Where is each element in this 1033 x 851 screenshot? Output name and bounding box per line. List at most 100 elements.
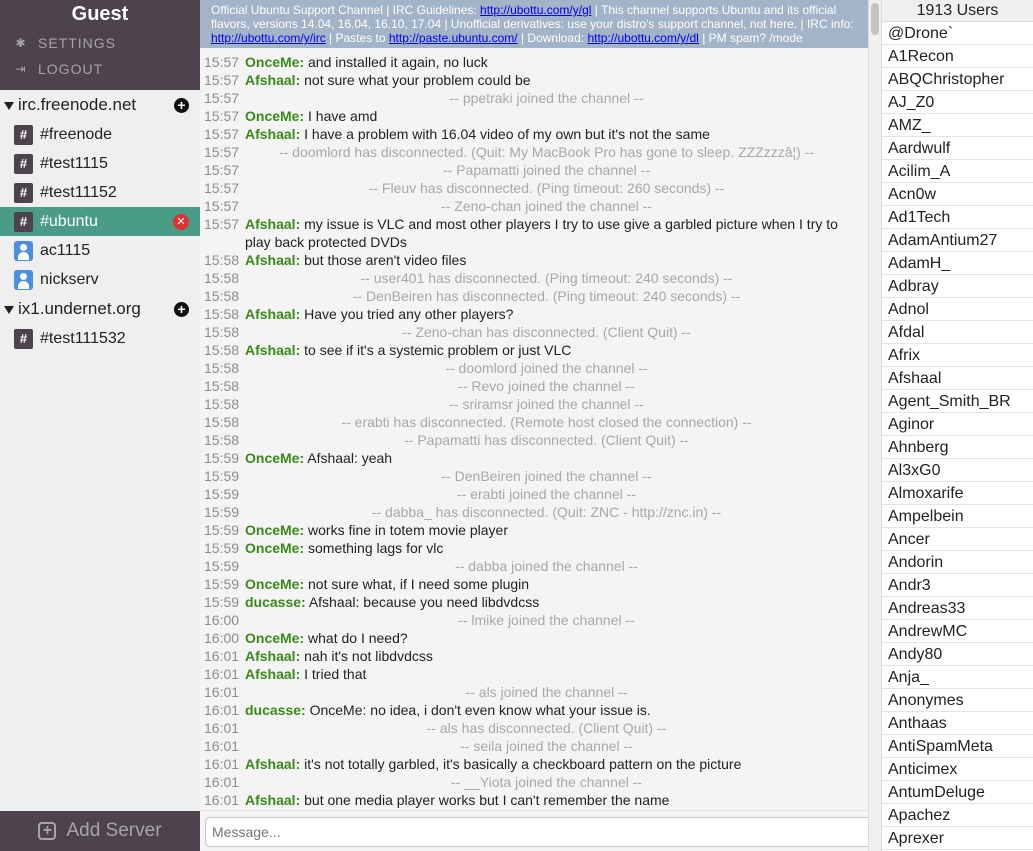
user-list-item[interactable]: Acilim_A — [882, 160, 1033, 183]
user-list-item[interactable]: Afrix — [882, 344, 1033, 367]
message-list[interactable]: 15:57 OnceMe: and installed it again, no … — [200, 53, 868, 809]
user-list-item[interactable]: AJ_Z0 — [882, 91, 1033, 114]
user-list-item[interactable]: Andy80 — [882, 643, 1033, 666]
message-nick[interactable]: Afshaal: — [245, 342, 300, 358]
message-input[interactable] — [205, 817, 876, 847]
user-list-item[interactable]: A1Recon — [882, 45, 1033, 68]
message-nick[interactable]: OnceMe: — [245, 540, 304, 556]
message-nick[interactable]: Afshaal: — [245, 306, 300, 322]
user-list-item[interactable]: Anticimex — [882, 758, 1033, 781]
user-list-item[interactable]: ABQChristopher — [882, 68, 1033, 91]
message-body: Afshaal: my issue is VLC and most other … — [245, 215, 868, 251]
sidebar-item-test111532[interactable]: # #test111532 — [0, 324, 200, 353]
message-nick[interactable]: OnceMe: — [245, 522, 304, 538]
user-list-item[interactable]: AndrewMC — [882, 620, 1033, 643]
message-nick[interactable]: Afshaal: — [245, 666, 300, 682]
message-body: Afshaal: I tried that — [245, 665, 868, 683]
scroll-thumb[interactable] — [871, 3, 879, 35]
message-text: to see if it's a systemic problem or jus… — [304, 342, 572, 358]
message-nick[interactable]: Afshaal: — [245, 252, 300, 268]
sidebar-item-nickserv[interactable]: nickserv — [0, 265, 200, 294]
user-list-item[interactable]: Aprexer — [882, 827, 1033, 850]
event-message: 15:58 -- Zeno-chan has disconnected. (Cli… — [200, 323, 868, 341]
topic-link[interactable]: http://ubottu.com/y/irc — [211, 31, 326, 45]
scrollbar[interactable] — [868, 0, 881, 851]
user-list-item[interactable]: Adbray — [882, 275, 1033, 298]
message-nick[interactable]: Afshaal: — [245, 72, 300, 88]
message-body: -- ppetraki joined the channel -- — [449, 90, 644, 106]
message-nick[interactable]: OnceMe: — [245, 576, 304, 592]
message-timestamp: 15:59 — [204, 450, 240, 466]
message-nick[interactable]: Afshaal: — [245, 126, 300, 142]
user-list-item[interactable]: Adnol — [882, 298, 1033, 321]
user-list-item[interactable]: AMZ_ — [882, 114, 1033, 137]
user-list-item[interactable]: Anja_ — [882, 666, 1033, 689]
user-list-item[interactable]: AntiSpamMeta — [882, 735, 1033, 758]
message-timestamp: 15:58 — [204, 432, 240, 448]
user-list-item[interactable]: Andorin — [882, 551, 1033, 574]
user-list-item[interactable]: Andr3 — [882, 574, 1033, 597]
user-list-item[interactable]: Agent_Smith_BR — [882, 390, 1033, 413]
user-list-item[interactable]: Ad1Tech — [882, 206, 1033, 229]
user-list-item[interactable]: Ancer — [882, 528, 1033, 551]
message-nick[interactable]: ducasse: — [245, 594, 306, 610]
message-nick[interactable]: OnceMe: — [245, 450, 304, 466]
add-channel-icon[interactable]: + — [174, 98, 189, 113]
user-list-item[interactable]: Aginor — [882, 413, 1033, 436]
message-body: Afshaal: I have a problem with 16.04 vid… — [245, 125, 868, 143]
server-row-undernet[interactable]: ix1.undernet.org + — [0, 294, 200, 324]
message-nick[interactable]: Afshaal: — [245, 792, 300, 808]
sidebar-item-test1115[interactable]: # #test1115 — [0, 149, 200, 178]
sidebar-item-freenode[interactable]: # #freenode — [0, 120, 200, 149]
user-list-item[interactable]: Andreas33 — [882, 597, 1033, 620]
add-channel-icon[interactable]: + — [174, 302, 189, 317]
message-nick[interactable]: Afshaal: — [245, 756, 300, 772]
user-list-item[interactable]: Apachez — [882, 804, 1033, 827]
message-nick[interactable]: ducasse: — [245, 702, 306, 718]
message-nick[interactable]: OnceMe: — [245, 630, 304, 646]
message-nick[interactable]: OnceMe: — [245, 54, 304, 70]
sidebar-item-test11152[interactable]: # #test11152 — [0, 178, 200, 207]
user-list-item[interactable]: Aardwulf — [882, 137, 1033, 160]
user-list-item[interactable]: Ahnberg — [882, 436, 1033, 459]
user-list-item[interactable]: Anonymes — [882, 689, 1033, 712]
event-message: 15:58 -- doomlord joined the channel -- — [200, 359, 868, 377]
server-row-freenode[interactable]: irc.freenode.net + — [0, 90, 200, 120]
sidebar-item-ubuntu[interactable]: # #ubuntu ✕ — [0, 207, 200, 236]
user-list-item[interactable]: @Drone` — [882, 22, 1033, 45]
close-channel-icon[interactable]: ✕ — [173, 214, 189, 230]
user-list-item[interactable]: AdamAntium27 — [882, 229, 1033, 252]
message-body: -- Zeno-chan has disconnected. (Client Q… — [402, 324, 691, 340]
user-list-item[interactable]: Ampelbein — [882, 505, 1033, 528]
channel-label: #freenode — [40, 125, 113, 143]
topic-link[interactable]: http://paste.ubuntu.com/ — [389, 31, 518, 45]
chat-message: 16:00 OnceMe: what do I need? — [200, 629, 868, 647]
sidebar-item-ac1115[interactable]: ac1115 — [0, 236, 200, 265]
user-list-item[interactable]: Acn0w — [882, 183, 1033, 206]
user-list-item[interactable]: Al3xG0 — [882, 459, 1033, 482]
chat-message: 15:58 Afshaal: to see if it's a systemic … — [200, 341, 868, 359]
chat-message: 15:57 Afshaal: not sure what your problem… — [200, 71, 868, 89]
collapse-triangle-icon[interactable] — [4, 306, 14, 314]
chat-message: 15:59 OnceMe: Afshaal: yeah — [200, 449, 868, 467]
add-server-button[interactable]: + Add Server — [0, 811, 200, 851]
message-nick[interactable]: OnceMe: — [245, 108, 304, 124]
message-body: -- user401 has disconnected. (Ping timeo… — [360, 270, 733, 286]
message-nick[interactable]: Afshaal: — [245, 216, 300, 232]
message-body: OnceMe: Afshaal: yeah — [245, 449, 868, 467]
message-timestamp: 15:57 — [204, 216, 240, 232]
settings-button[interactable]: ✱ SETTINGS — [0, 30, 200, 56]
logout-button[interactable]: ⇥ LOGOUT — [0, 56, 200, 82]
collapse-triangle-icon[interactable] — [4, 102, 14, 110]
user-list-item[interactable]: Anthaas — [882, 712, 1033, 735]
user-list-item[interactable]: Afdal — [882, 321, 1033, 344]
topic-link[interactable]: http://ubottu.com/y/gl — [480, 3, 591, 17]
topic-link[interactable]: http://ubottu.com/y/dl — [587, 31, 698, 45]
message-text: not sure what, if I need some plugin — [308, 576, 530, 592]
channel-label: #test111532 — [40, 329, 126, 347]
user-list-item[interactable]: AdamH_ — [882, 252, 1033, 275]
user-list-item[interactable]: AntumDeluge — [882, 781, 1033, 804]
user-list-item[interactable]: Almoxarife — [882, 482, 1033, 505]
user-list-item[interactable]: Afshaal — [882, 367, 1033, 390]
message-nick[interactable]: Afshaal: — [245, 648, 300, 664]
